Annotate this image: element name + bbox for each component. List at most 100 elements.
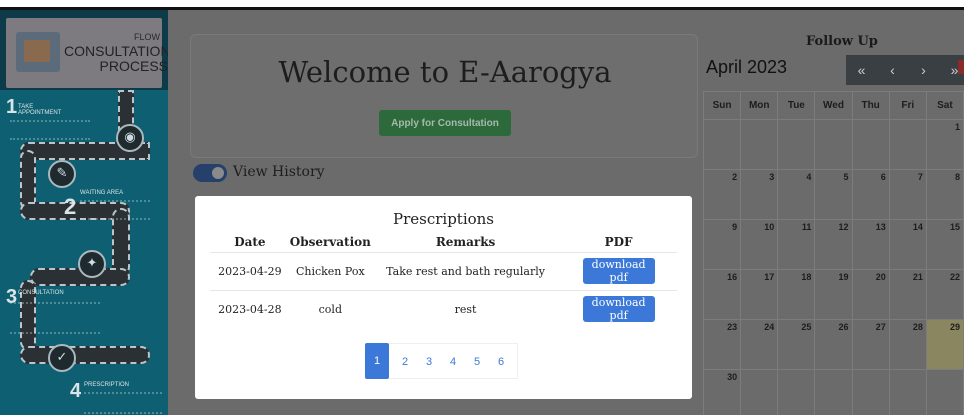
view-history-toggle[interactable] xyxy=(193,164,227,182)
calendar-day[interactable]: 28 xyxy=(888,319,927,370)
calendar-day[interactable]: 30 xyxy=(702,369,742,415)
calendar-day[interactable]: 19 xyxy=(814,269,853,320)
calendar-week: 2345678 xyxy=(702,169,964,220)
calendar-day[interactable]: 26 xyxy=(814,319,853,370)
step-2-label: WAITING AREA xyxy=(80,190,124,196)
calendar-day[interactable]: 18 xyxy=(777,269,816,320)
column-header-observation: Observation xyxy=(289,233,371,253)
page-link-5[interactable]: 5 xyxy=(465,344,489,380)
cell-date: 2023-04-28 xyxy=(210,289,290,328)
flow-road-area: ◉ ✎ ✦ ✓ 1 TAKE APPOINTMENT 2 WAITING ARE… xyxy=(0,90,168,415)
calendar-day[interactable]: 13 xyxy=(851,219,890,270)
cell-pdf: download pdf xyxy=(560,251,677,290)
calendar-day[interactable] xyxy=(888,369,927,415)
prescriptions-title: Prescriptions xyxy=(392,210,495,228)
step-1-number: 1 xyxy=(6,96,18,118)
calendar-nav: « ‹ › » xyxy=(846,55,964,85)
calendar-day[interactable]: 9 xyxy=(702,219,742,270)
calendar-day[interactable] xyxy=(740,369,779,415)
flow-header: FLOW CONSULTATION PROCESS xyxy=(6,18,168,88)
calendar-day[interactable]: 16 xyxy=(702,269,742,320)
calendar-day[interactable] xyxy=(851,119,890,170)
calendar-day[interactable]: 20 xyxy=(851,269,890,320)
column-header-remarks: Remarks xyxy=(370,233,561,253)
prev-month-button[interactable]: ‹ xyxy=(877,55,908,85)
page-link-6[interactable]: 6 xyxy=(489,344,513,380)
calendar-day[interactable] xyxy=(925,369,964,415)
calendar-day[interactable]: 8 xyxy=(925,169,964,220)
calendar-week: 30 xyxy=(702,369,964,415)
calendar-day[interactable]: 10 xyxy=(740,219,779,270)
next-month-button[interactable]: › xyxy=(908,55,939,85)
flow-small-title: FLOW xyxy=(134,32,160,42)
calendar-day[interactable]: 17 xyxy=(740,269,779,320)
calendar-day[interactable] xyxy=(814,119,853,170)
step-2-number: 2 xyxy=(64,194,77,219)
table-row: 2023-04-29 Chicken Pox Take rest and bat… xyxy=(210,251,677,290)
apply-consultation-button[interactable]: Apply for Consultation xyxy=(379,110,511,136)
calendar-day[interactable]: 4 xyxy=(777,169,816,220)
calendar-week: 23 24 25 26 27 28 29 xyxy=(702,319,964,370)
column-header-date: Date xyxy=(210,233,290,253)
calendar-day[interactable] xyxy=(888,119,927,170)
prev-year-button[interactable]: « xyxy=(846,55,877,85)
download-pdf-button[interactable]: download pdf xyxy=(582,296,655,323)
calendar-day[interactable]: 5 xyxy=(814,169,853,220)
calendar-week: 1 xyxy=(702,119,964,170)
cell-remarks: Take rest and bath regularly xyxy=(370,251,561,290)
page-link-4[interactable]: 4 xyxy=(441,344,465,380)
cell-observation: Chicken Pox xyxy=(289,251,371,290)
calendar-day[interactable]: 7 xyxy=(888,169,927,220)
lightbulb-icon: ✦ xyxy=(78,250,106,278)
step-3-description xyxy=(10,302,100,334)
view-history-label: View History xyxy=(233,164,325,180)
prescriptions-table: Date Observation Remarks PDF 2023-04-29 … xyxy=(210,233,677,328)
calendar-day[interactable]: 29 xyxy=(925,319,964,370)
road-segment xyxy=(20,346,150,364)
step-3-label: CONSULTATION xyxy=(18,290,64,296)
step-4-number: 4 xyxy=(70,380,82,402)
calendar-day[interactable] xyxy=(702,119,742,170)
step-1-label: TAKE APPOINTMENT xyxy=(18,104,62,116)
page-link-2[interactable]: 2 xyxy=(393,344,417,380)
calendar-week: 9 10 11 12 13 14 15 xyxy=(702,219,964,270)
calendar-day[interactable]: 3 xyxy=(740,169,779,220)
weekday-header: Fri xyxy=(888,91,927,120)
calendar-day[interactable]: 21 xyxy=(888,269,927,320)
welcome-card: Welcome to E-Aarogya Apply for Consultat… xyxy=(190,34,698,158)
calendar-day[interactable]: 2 xyxy=(702,169,742,220)
calendar-day[interactable]: 1 xyxy=(925,119,964,170)
calendar-day[interactable]: 12 xyxy=(814,219,853,270)
calendar-day[interactable]: 22 xyxy=(925,269,964,320)
edge-marker xyxy=(958,60,964,74)
calendar-day[interactable]: 6 xyxy=(851,169,890,220)
calendar-day[interactable]: 15 xyxy=(925,219,964,270)
eye-icon: ◉ xyxy=(116,124,144,152)
cell-remarks: rest xyxy=(370,289,561,328)
calendar-day[interactable]: 24 xyxy=(740,319,779,370)
cell-observation: cold xyxy=(289,289,371,328)
calendar-day[interactable] xyxy=(814,369,853,415)
calendar-day[interactable] xyxy=(851,369,890,415)
check-icon: ✓ xyxy=(48,344,76,372)
prescriptions-modal: Prescriptions Date Observation Remarks P… xyxy=(195,196,692,399)
calendar-day[interactable] xyxy=(777,369,816,415)
flow-big-title: CONSULTATION PROCESS xyxy=(64,43,168,74)
toggle-knob xyxy=(212,167,224,179)
page-link-1[interactable]: 1 xyxy=(365,343,389,379)
calendar-day[interactable]: 11 xyxy=(777,219,816,270)
download-pdf-button[interactable]: download pdf xyxy=(582,258,655,284)
consultation-flow-infographic: FLOW CONSULTATION PROCESS ◉ ✎ ✦ ✓ 1 TAKE… xyxy=(0,10,168,415)
calendar-day[interactable] xyxy=(740,119,779,170)
pagination: 1 2 3 4 5 6 xyxy=(365,343,518,379)
calendar-day[interactable] xyxy=(777,119,816,170)
calendar-day[interactable]: 23 xyxy=(702,319,742,370)
weekday-header: Wed xyxy=(814,91,853,120)
page-link-3[interactable]: 3 xyxy=(417,344,441,380)
calendar-day[interactable]: 25 xyxy=(777,319,816,370)
calendar-day[interactable]: 14 xyxy=(888,219,927,270)
step-2-description xyxy=(80,200,150,220)
calendar-day[interactable]: 27 xyxy=(851,319,890,370)
step-4-label: PRESCRIPTION xyxy=(84,382,130,388)
page-links-group: 2 3 4 5 6 xyxy=(389,343,518,379)
